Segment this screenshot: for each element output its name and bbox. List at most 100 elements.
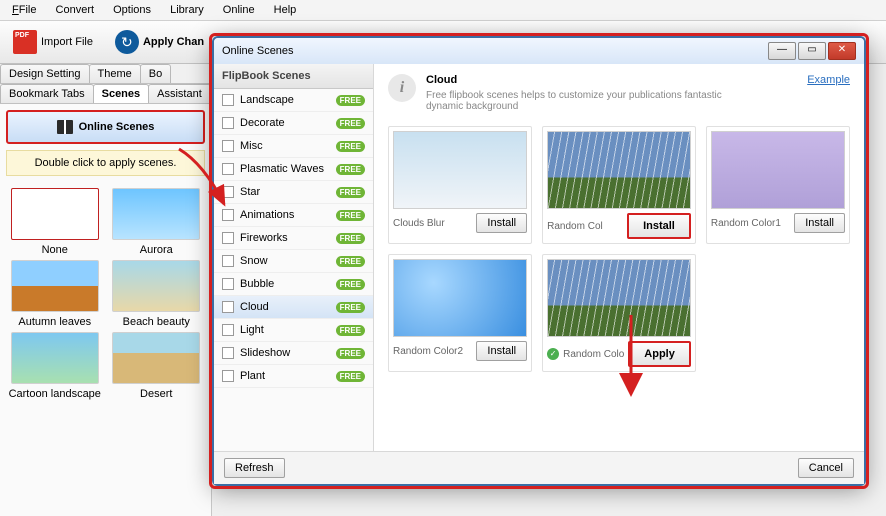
free-tag: FREE [336,371,365,382]
thumb-none-icon [11,188,99,240]
import-file-label: Import File [41,36,93,48]
checkbox-icon [222,209,234,221]
cat-light[interactable]: LightFREE [214,319,373,342]
book-icon [57,120,73,134]
menu-help[interactable]: Help [266,2,305,18]
tab-scenes[interactable]: Scenes [93,84,150,103]
cancel-button[interactable]: Cancel [798,458,854,478]
cat-plasmatic[interactable]: Plasmatic WavesFREE [214,158,373,181]
window-minimize-button[interactable]: — [768,42,796,60]
thumb-cartoon-icon [11,332,99,384]
preview-label: Random Color1 [711,218,790,229]
checkbox-icon [222,255,234,267]
thumb-aurora-label: Aurora [108,244,206,256]
install-button[interactable]: Install [476,213,527,233]
cat-animations[interactable]: AnimationsFREE [214,204,373,227]
free-tag: FREE [336,325,365,336]
example-link[interactable]: Example [807,74,850,112]
checkbox-icon [222,324,234,336]
installed-check-icon: ✓ [547,348,559,360]
left-panel: Design Setting Theme Bo Bookmark Tabs Sc… [0,64,212,516]
free-tag: FREE [336,279,365,290]
cat-misc[interactable]: MiscFREE [214,135,373,158]
free-tag: FREE [336,302,365,313]
checkbox-icon [222,370,234,382]
thumb-autumn-icon [11,260,99,312]
scene-aurora[interactable]: Aurora [108,188,206,256]
preview-label: Random Col [547,221,623,232]
cat-snow[interactable]: SnowFREE [214,250,373,273]
cat-landscape[interactable]: LandscapeFREE [214,89,373,112]
free-tag: FREE [336,187,365,198]
refresh-button[interactable]: Refresh [224,458,285,478]
checkbox-icon [222,232,234,244]
install-button-highlighted[interactable]: Install [627,213,691,239]
thumb-desert-label: Desert [108,388,206,400]
refresh-icon [115,30,139,54]
menu-convert[interactable]: Convert [48,2,103,18]
apply-changes-label: Apply Chan [143,36,204,48]
preview-label: Clouds Blur [393,218,472,229]
cat-cloud[interactable]: CloudFREE [214,296,373,319]
scene-cartoon[interactable]: Cartoon landscape [6,332,104,400]
free-tag: FREE [336,95,365,106]
checkbox-icon [222,117,234,129]
tabs-row-1: Design Setting Theme Bo [0,64,211,84]
preview-random-color1: Random Color1 Install [706,126,850,244]
thumb-beach-icon [112,260,200,312]
menu-file[interactable]: FFileFile [4,2,44,18]
info-icon: i [388,74,416,102]
cat-decorate[interactable]: DecorateFREE [214,112,373,135]
thumb-autumn-label: Autumn leaves [6,316,104,328]
menu-options[interactable]: Options [105,2,159,18]
tab-bookmark[interactable]: Bookmark Tabs [0,84,94,103]
checkbox-icon [222,94,234,106]
cat-fireworks[interactable]: FireworksFREE [214,227,373,250]
menu-online[interactable]: Online [215,2,263,18]
scene-autumn[interactable]: Autumn leaves [6,260,104,328]
thumb-aurora-icon [112,188,200,240]
checkbox-icon [222,347,234,359]
tab-design-setting[interactable]: Design Setting [0,64,90,83]
scene-beach[interactable]: Beach beauty [108,260,206,328]
dialog-titlebar: Online Scenes — ▭ ✕ [214,38,864,64]
tabs-row-2: Bookmark Tabs Scenes Assistant Ba [0,84,211,104]
menu-bar: FFileFile Convert Options Library Online… [0,0,886,21]
checkbox-icon [222,163,234,175]
apply-button-highlighted[interactable]: Apply [628,341,691,367]
apply-changes-button[interactable]: Apply Chan [106,25,213,59]
online-scenes-button[interactable]: Online Scenes [6,110,205,144]
apply-hint: Double click to apply scenes. [6,150,205,176]
dialog-title: Online Scenes [222,45,294,57]
install-button[interactable]: Install [476,341,527,361]
preview-random-color: Random Col Install [542,126,696,244]
preview-label: Random Color2 [393,346,472,357]
tab-assistant[interactable]: Assistant [148,84,211,103]
tab-bo[interactable]: Bo [140,64,171,83]
free-tag: FREE [336,141,365,152]
menu-library[interactable]: Library [162,2,212,18]
free-tag: FREE [336,164,365,175]
tab-theme[interactable]: Theme [89,64,141,83]
install-button[interactable]: Install [794,213,845,233]
window-maximize-button[interactable]: ▭ [798,42,826,60]
detail-panel: i Cloud Free flipbook scenes helps to cu… [374,64,864,451]
scene-desert[interactable]: Desert [108,332,206,400]
free-tag: FREE [336,210,365,221]
cat-plant[interactable]: PlantFREE [214,365,373,388]
scene-none[interactable]: None [6,188,104,256]
category-list: LandscapeFREE DecorateFREE MiscFREE Plas… [214,89,373,451]
import-file-button[interactable]: Import File [4,25,102,59]
window-close-button[interactable]: ✕ [828,42,856,60]
thumb-none-label: None [6,244,104,256]
checkbox-icon [222,301,234,313]
thumb-beach-label: Beach beauty [108,316,206,328]
pdf-icon [13,30,37,54]
cat-slideshow[interactable]: SlideshowFREE [214,342,373,365]
preview-random-color2: Random Color2 Install [388,254,532,372]
cat-bubble[interactable]: BubbleFREE [214,273,373,296]
cat-star[interactable]: StarFREE [214,181,373,204]
free-tag: FREE [336,233,365,244]
preview-image [547,259,691,337]
category-panel: FlipBook Scenes LandscapeFREE DecorateFR… [214,64,374,451]
